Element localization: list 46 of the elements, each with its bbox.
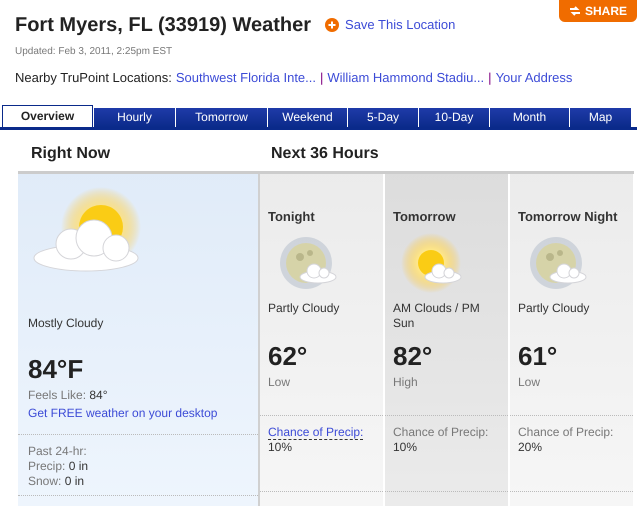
precip-chance-value: 20% <box>518 440 544 455</box>
period-name: Tomorrow Night <box>518 208 618 226</box>
snow-text: Snow: 0 in <box>28 474 86 488</box>
tab[interactable]: Hourly <box>94 108 175 126</box>
temperature-label: Low <box>518 374 542 391</box>
precip-text: Precip: 0 in <box>28 458 90 474</box>
page-title: Fort Myers, FL (33919) Weather <box>15 13 312 38</box>
condition-text: Mostly Cloudy <box>28 314 104 332</box>
save-location-link[interactable]: Save This Location <box>325 15 456 35</box>
separator: | <box>320 69 324 87</box>
condition-text: AM Clouds / PM Sun <box>393 301 481 332</box>
nearby-link[interactable]: Your Address <box>496 68 572 88</box>
current-temperature: 84°F <box>28 354 84 384</box>
precip-chance-value: 10% <box>393 440 418 455</box>
condition-text: Partly Cloudy <box>268 301 340 317</box>
plus-icon <box>325 18 340 32</box>
precip-chance-label: Chance of Precip: <box>518 425 614 439</box>
tab[interactable]: 5-Day <box>348 108 418 126</box>
section-heading: Next 36 Hours <box>271 144 379 164</box>
arrows-icon <box>568 6 581 16</box>
temperature-label: High <box>393 374 419 391</box>
period-name: Tonight <box>268 208 316 226</box>
precip-chance-link[interactable]: Chance of Precip: <box>268 425 364 440</box>
condition-text: Partly Cloudy <box>518 301 590 317</box>
desktop-weather-link[interactable]: Get FREE weather on your desktop <box>28 404 248 422</box>
precip-chance-value: 10% <box>268 440 294 455</box>
period-name: Tomorrow <box>393 208 457 226</box>
tab[interactable]: Weekend <box>268 108 347 126</box>
tab[interactable]: Overview <box>2 104 93 126</box>
section-heading: Right Now <box>30 144 112 164</box>
temperature-label: Low <box>268 374 292 391</box>
tab[interactable]: 10-Day <box>419 108 489 126</box>
nearby-link[interactable]: William Hammond Stadiu... <box>327 68 484 88</box>
separator: | <box>488 69 492 87</box>
forecast-temperature: 82° <box>393 341 434 371</box>
nearby-label: Nearby TruPoint Locations: <box>15 69 172 87</box>
nearby-link[interactable]: Southwest Florida Inte... <box>176 68 316 88</box>
tab[interactable]: Map <box>570 108 631 126</box>
updated-time: Updated: Feb 3, 2011, 2:25pm EST <box>15 45 174 59</box>
precip-chance-label: Chance of Precip: <box>393 425 488 439</box>
feels-like-text: Feels Like: 84° <box>28 386 109 404</box>
past-24hr-label: Past 24-hr: <box>28 444 88 458</box>
forecast-temperature: 61° <box>518 341 558 371</box>
tab[interactable]: Month <box>490 108 569 126</box>
forecast-temperature: 62° <box>268 341 308 371</box>
tab[interactable]: Tomorrow <box>176 108 267 126</box>
